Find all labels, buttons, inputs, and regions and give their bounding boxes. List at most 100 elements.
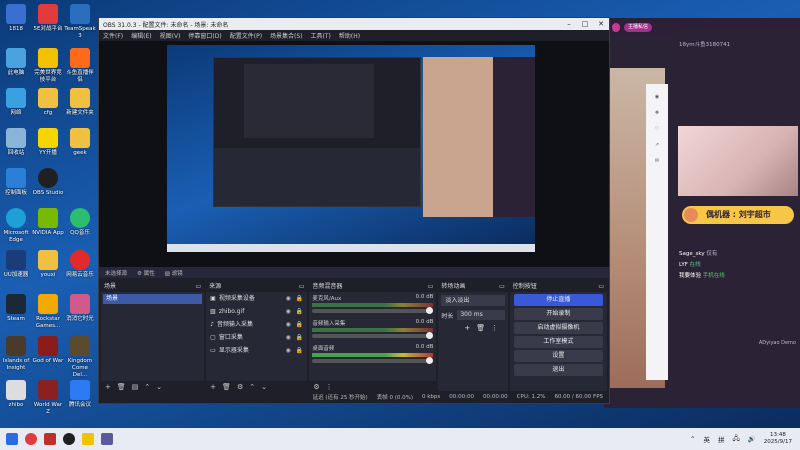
settings-button[interactable]: 设置 (513, 350, 603, 362)
obs-taskbar-icon[interactable] (63, 433, 75, 445)
menu-edit[interactable]: 编辑(E) (131, 31, 151, 40)
down-icon[interactable]: ⌄ (261, 383, 267, 391)
windows-start-icon[interactable] (6, 433, 18, 445)
close-icon[interactable]: ✕ (593, 20, 609, 28)
network-icon[interactable]: 🖧 (732, 434, 739, 445)
maximize-icon[interactable]: □ (577, 20, 593, 28)
up-icon[interactable]: ⌃ (249, 383, 255, 391)
duration-input[interactable]: 300 ms (457, 310, 505, 320)
lock-icon[interactable]: 🔒 (296, 318, 303, 331)
volume-icon[interactable]: 🔊 (748, 435, 756, 443)
up-icon[interactable]: ⌃ (144, 383, 150, 391)
eye-icon[interactable]: ◉ (286, 331, 291, 344)
add-icon[interactable]: + (210, 383, 216, 391)
ime-indicator[interactable]: 拼 (718, 434, 725, 444)
start-recording-button[interactable]: 开始录制 (513, 308, 603, 320)
desktop-icon-nvidia[interactable]: NVIDIA App (32, 208, 64, 237)
lock-icon[interactable]: 🔒 (296, 292, 303, 305)
scene-item[interactable]: 场景 (103, 294, 203, 304)
obs-titlebar[interactable]: OBS 31.0.3 - 配置文件: 未命名 - 场景: 未命名 – □ ✕ (99, 18, 609, 30)
desktop-icon-obs[interactable]: OBS Studio (32, 168, 64, 197)
private-msg-tab[interactable]: 主播私信 (624, 22, 653, 32)
more-icon[interactable]: ⋮ (491, 324, 498, 332)
down-icon[interactable]: ⌄ (156, 383, 162, 391)
desktop-icon-control-panel[interactable]: 控制面板 (0, 168, 32, 197)
properties-button[interactable]: ⚙ 属性 (137, 269, 155, 277)
desktop-icon-teamspeak[interactable]: TeamSpeak 3 (64, 4, 96, 40)
filters-button[interactable]: ▧ 滤镜 (165, 269, 183, 277)
app-taskbar-icon[interactable] (82, 433, 94, 445)
desktop-icon-network[interactable]: 网络 (0, 88, 32, 117)
menu-view[interactable]: 视图(V) (160, 31, 181, 40)
desktop-icon-game[interactable]: 消消它时光 (64, 294, 96, 323)
desktop-icon-kingdom-come[interactable]: Kingdom Come Del... (64, 336, 96, 379)
add-icon[interactable]: + (464, 324, 470, 332)
source-item[interactable]: ▭ 显示器采集 ◉ 🔒 (206, 344, 307, 357)
heart-icon[interactable]: ♡ (646, 126, 668, 132)
dock-menu-icon[interactable]: ▭ (428, 282, 434, 292)
source-item[interactable]: ♪ 音频输入采集 ◉ 🔒 (206, 318, 307, 331)
more-icon[interactable]: ⋮ (326, 383, 333, 391)
gear-icon[interactable]: ⚙ (313, 383, 319, 391)
chat-user[interactable]: Sage_sky (679, 251, 705, 257)
trash-icon[interactable]: 🗑 (476, 324, 485, 332)
profile-icon[interactable]: ◉ (646, 94, 668, 100)
dock-menu-icon[interactable]: ▭ (499, 282, 505, 292)
desktop-icon-netease-music[interactable]: 网易云音乐 (64, 250, 96, 279)
tab-pill[interactable] (612, 22, 620, 32)
trash-icon[interactable]: 🗑 (117, 383, 126, 391)
source-item[interactable]: ▢ 窗口采集 ◉ 🔒 (206, 331, 307, 344)
desktop-icon-world-war-z[interactable]: World War Z (32, 380, 64, 416)
minimize-icon[interactable]: – (561, 20, 577, 28)
menu-help[interactable]: 帮助(H) (339, 31, 360, 40)
desktop-icon-douyu[interactable]: 斗鱼直播伴侣 (64, 48, 96, 84)
clock[interactable]: 13:48 2025/9/17 (764, 432, 792, 446)
eye-icon[interactable]: ◉ (286, 344, 291, 357)
desktop-icon-recycle-bin[interactable]: 回收站 (0, 128, 32, 157)
filter-icon[interactable]: ▤ (132, 383, 139, 391)
desktop-icon-islands[interactable]: Islands of Insight (0, 336, 32, 372)
menu-profile[interactable]: 配置文件(P) (230, 31, 262, 40)
app-taskbar-icon[interactable] (101, 433, 113, 445)
menu-tools[interactable]: 工具(T) (311, 31, 331, 40)
desktop-icon-geek[interactable]: geek (64, 128, 96, 157)
desktop-icon-perfect-world[interactable]: 完美世界竞技平台 (32, 48, 64, 84)
stop-streaming-button[interactable]: 停止直播 (513, 294, 603, 306)
chat-user[interactable]: 我要体验 (679, 273, 701, 279)
menu-file[interactable]: 文件(F) (103, 31, 123, 40)
share-icon[interactable]: ↗ (646, 142, 668, 148)
dock-menu-icon[interactable]: ▭ (299, 282, 305, 292)
program-preview[interactable] (167, 45, 535, 252)
desktop-icon-edge[interactable]: Microsoft Edge (0, 208, 32, 244)
trash-icon[interactable]: 🗑 (222, 383, 231, 391)
desktop-icon-steam[interactable]: Steam (0, 294, 32, 323)
desktop-icon-youxi[interactable]: youxi (32, 250, 64, 279)
studio-mode-button[interactable]: 工作室模式 (513, 336, 603, 348)
desktop-icon-tencent-meeting[interactable]: 腾讯会议 (64, 380, 96, 409)
virtual-camera-button[interactable]: 启动虚拟摄像机 (513, 322, 603, 334)
lock-icon[interactable]: 🔒 (296, 331, 303, 344)
chevron-up-icon[interactable]: ⌃ (690, 435, 695, 443)
gift-icon[interactable]: ❖ (646, 110, 668, 116)
exit-button[interactable]: 退出 (513, 364, 603, 376)
app-taskbar-icon[interactable] (44, 433, 56, 445)
volume-slider[interactable] (312, 357, 434, 364)
volume-slider[interactable] (312, 307, 434, 314)
chat-icon[interactable]: ✉ (646, 158, 668, 164)
eye-icon[interactable]: ◉ (286, 292, 291, 305)
gear-icon[interactable]: ⚙ (237, 383, 243, 391)
desktop-icon-qq-music[interactable]: QQ音乐 (64, 208, 96, 237)
desktop-icon-god-of-war[interactable]: God of War (32, 336, 64, 365)
desktop-icon-new-folder[interactable]: 新建文件夹 (64, 88, 96, 117)
source-item[interactable]: ▧ zhibo.gif ◉ 🔒 (206, 305, 307, 318)
lock-icon[interactable]: 🔒 (296, 344, 303, 357)
desktop-icon-uu[interactable]: UU加速器 (0, 250, 32, 279)
transition-select[interactable]: 淡入淡出 (441, 295, 505, 306)
desktop-icon-1818[interactable]: 1818 (0, 4, 32, 33)
desktop-icon-cfg[interactable]: cfg (32, 88, 64, 117)
menu-scene-collection[interactable]: 场景集合(S) (270, 31, 303, 40)
lang-indicator[interactable]: 英 (703, 434, 710, 444)
desktop-icon-this-pc[interactable]: 此电脑 (0, 48, 32, 77)
eye-icon[interactable]: ◉ (286, 305, 291, 318)
desktop-icon-zhibo[interactable]: zhibo (0, 380, 32, 409)
